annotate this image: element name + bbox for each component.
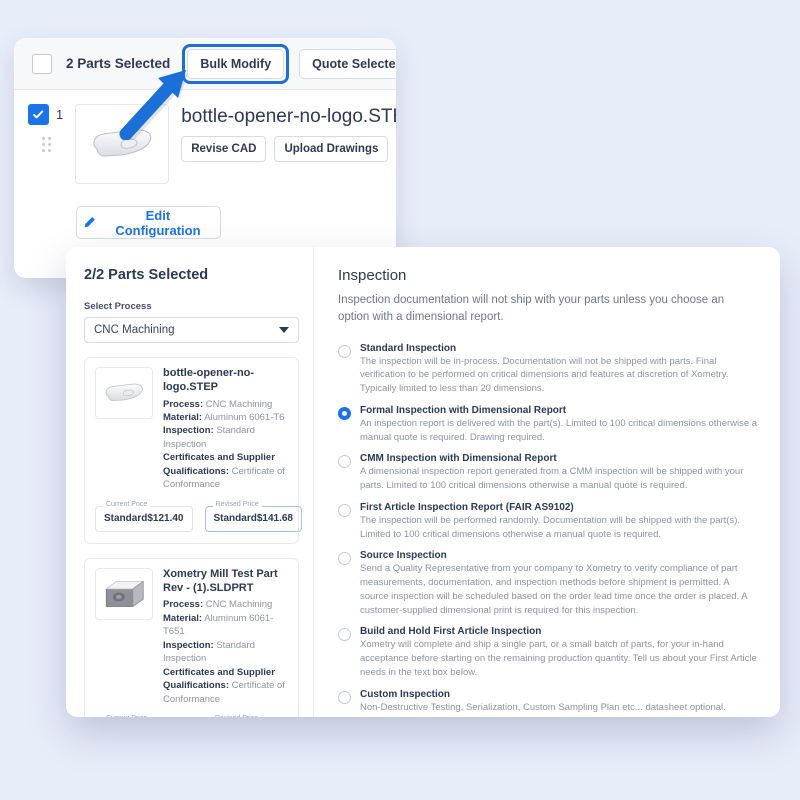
option-title: Build and Hold First Article Inspection [360,626,542,638]
radio-formal-inspection[interactable] [338,406,351,420]
option-description: A dimensional inspection report generate… [360,466,744,492]
part-inspection: Inspection: Standard Inspection [163,639,288,666]
upload-drawings-button[interactable]: Upload Drawings [274,136,389,162]
current-price-box: Current Price Standard $121.40 [95,500,193,532]
radio-cmm-inspection[interactable] [338,455,351,469]
modal-right-panel: Inspection Inspection documentation will… [314,247,780,717]
revised-price-legend: Revised Price [212,500,262,508]
modal-left-panel: 2/2 Parts Selected Select Process CNC Ma… [66,247,314,717]
option-description: The inspection will be in-process. Docum… [360,355,729,395]
part-process: Process: CNC Machining [163,398,288,411]
current-price-value: $121.40 [147,513,184,525]
check-icon [33,110,44,119]
quote-selected-files-button[interactable]: Quote Selected Files [299,48,396,79]
option-description: An inspection report is delivered with t… [360,417,758,443]
option-title: CMM Inspection with Dimensional Report [360,453,557,465]
revised-price-value: $141.68 [256,513,293,525]
part-material: Material: Aluminum 6061-T6 [163,411,288,424]
mill-test-part-3d-icon [105,580,145,608]
inspection-option[interactable]: CMM Inspection with Dimensional Report A… [338,453,758,493]
process-label: Process: [163,398,204,410]
part-certificates: Certificates and Supplier Qualifications… [163,451,288,491]
process-value: CNC Machining [205,599,273,611]
option-title: Source Inspection [360,550,447,562]
part-certificates: Certificates and Supplier Qualifications… [163,666,288,706]
select-process-value: CNC Machining [94,324,175,336]
inspection-options-group: Standard Inspection The inspection will … [338,343,758,718]
annotation-arrow-icon [119,70,188,140]
part-thumbnail [95,367,153,419]
bottle-opener-3d-icon [105,383,143,402]
option-title: First Article Inspection Report (FAIR AS… [360,501,574,513]
inspection-label: Inspection: [163,639,214,651]
pencil-icon [84,217,95,228]
process-value: CNC Machining [205,398,273,410]
process-label: Process: [163,599,204,611]
current-price-tier: Standard [104,513,148,525]
option-title: Formal Inspection with Dimensional Repor… [360,404,567,416]
select-process-label: Select Process [84,301,152,312]
inspection-option[interactable]: Formal Inspection with Dimensional Repor… [338,405,758,445]
chevron-down-icon [279,327,289,333]
edit-configuration-label: Edit Configuration [115,207,201,238]
row-number: 1 [56,107,64,122]
modal-title: 2/2 Parts Selected [84,267,209,283]
row-checkbox[interactable] [28,104,49,125]
part-material: Material: Aluminum 6061-T651 [163,612,288,639]
inspection-heading: Inspection [338,267,407,284]
inspection-option[interactable]: Custom Inspection Non-Destructive Testin… [338,689,758,715]
select-process-dropdown[interactable]: CNC Machining [84,317,299,343]
radio-fair-inspection[interactable] [338,503,351,517]
edit-configuration-button[interactable]: Edit Configuration [76,206,221,239]
part-summary-card: Xometry Mill Test Part Rev - (1).SLDPRT … [84,557,299,717]
inspection-description: Inspection documentation will not ship w… [338,294,725,324]
option-title: Standard Inspection [360,342,457,354]
inspection-option[interactable]: Standard Inspection The inspection will … [338,343,758,396]
option-description: The inspection will be performed randoml… [360,514,741,540]
select-all-checkbox[interactable] [32,53,52,74]
material-label: Material: [163,411,203,423]
radio-custom-inspection[interactable] [338,690,351,704]
part-action-buttons: Revise CAD Upload Drawings Remo [181,136,396,162]
part-summary-card: bottle-opener-no-logo.STEP Process: CNC … [84,357,302,544]
part-name: bottle-opener-no-logo.STEP [163,367,255,393]
inspection-label: Inspection: [163,425,214,437]
part-process: Process: CNC Machining [163,598,288,611]
part-inspection: Inspection: Standard Inspection [163,424,288,451]
option-description: Non-Destructive Testing, Serialization, … [360,701,726,713]
inspection-option[interactable]: Build and Hold First Article Inspection … [338,626,758,679]
inspection-option[interactable]: First Article Inspection Report (FAIR AS… [338,502,758,542]
option-description: Send a Quality Representative from your … [360,563,748,616]
part-name: Xometry Mill Test Part Rev - (1).SLDPRT [163,567,278,594]
option-description: Xometry will complete and ship a single … [360,639,757,678]
revised-price-legend: Revised Price [211,715,262,717]
material-value: Aluminum 6061-T6 [204,411,285,423]
current-price-legend: Current Price [103,715,151,717]
inspection-option[interactable]: Source Inspection Send a Quality Represe… [338,550,758,617]
part-filename: bottle-opener-no-logo.STEP [181,106,396,127]
revised-price-tier: Standard [213,513,257,525]
bulk-modify-modal: 2/2 Parts Selected Select Process CNC Ma… [66,247,780,717]
current-price-legend: Current Price [103,500,151,508]
radio-build-and-hold-inspection[interactable] [338,628,351,642]
material-label: Material: [163,612,203,624]
drag-handle-icon[interactable] [41,137,54,152]
radio-source-inspection[interactable] [338,552,351,566]
revised-price-box: Revised Price Standard $141.68 [204,500,302,532]
part-thumbnail [95,567,153,620]
option-title: Custom Inspection [360,688,451,700]
radio-standard-inspection[interactable] [338,344,351,358]
